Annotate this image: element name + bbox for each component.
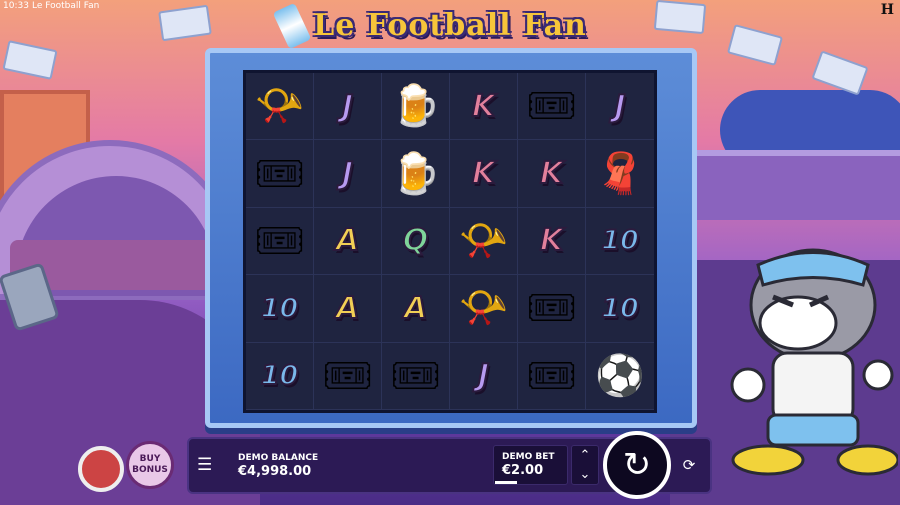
symbol-k: K	[539, 222, 564, 259]
scarf-icon: 🧣	[595, 150, 645, 197]
horn-icon: 📯	[458, 285, 509, 332]
symbol-10: 10	[260, 359, 300, 392]
reel-cell: 🎟	[382, 342, 450, 410]
reel-cell: 🎟	[518, 73, 586, 141]
beer-icon: 🍺	[390, 150, 441, 197]
symbol-j: J	[613, 88, 626, 125]
reel-cell: J	[586, 73, 654, 141]
ball-icon: ⚽	[595, 352, 645, 399]
reel-cell: Q	[382, 207, 450, 276]
bet-adjust-button[interactable]: ⌃ ⌄	[571, 445, 599, 485]
buy-bonus-button[interactable]: BUY BONUS	[126, 441, 174, 489]
symbol-10: 10	[260, 292, 300, 325]
status-time: 10:33	[3, 1, 29, 11]
reel-cell: 🎟	[518, 275, 586, 343]
flag-decoration	[2, 40, 58, 80]
spin-icon: ↻	[622, 445, 652, 485]
reel-grid: 📯 J 🍺 K 🎟 J 🎟 J 🍺 K K 🧣 🎟 A Q 📯 K 10 10 A A 📯 🎟 10 10 🎟 🎟 J 🎟 ⚽	[243, 70, 657, 413]
tickets-icon: 🎟	[526, 83, 577, 130]
symbol-j: J	[341, 88, 354, 125]
symbol-q: Q	[402, 222, 429, 259]
flag-decoration	[726, 24, 784, 66]
game-logo: Le Football Fan	[313, 8, 587, 43]
reel-cell: A	[382, 275, 450, 343]
background-wall	[670, 150, 900, 220]
reel-cell: 📯	[246, 73, 314, 141]
symbol-k: K	[471, 155, 496, 192]
tickets-icon: 🎟	[526, 285, 577, 332]
reel-cell: 🎟	[314, 342, 382, 410]
reel-cell: K	[518, 207, 586, 276]
reel-cell: K	[450, 140, 518, 208]
reel-cell: 10	[586, 208, 654, 276]
reel-cell: 🧣	[586, 140, 654, 208]
reel-cell: ⚽	[586, 343, 654, 410]
reel-cell: A	[314, 207, 382, 276]
reel-cell: K	[518, 140, 586, 208]
symbol-a: A	[335, 222, 360, 259]
flag-decoration	[653, 0, 707, 35]
beer-icon: 🍺	[390, 83, 441, 130]
horn-icon: 📯	[458, 217, 509, 264]
bet-indicator	[495, 481, 517, 484]
bet-adjust-arrows-icon: ⌃ ⌄	[579, 448, 591, 482]
tickets-icon: 🎟	[526, 352, 577, 399]
buy-bonus-label: BUY BONUS	[132, 454, 168, 475]
reel-cell: J	[314, 140, 382, 208]
reel-cell: 📯	[450, 207, 518, 276]
symbol-10: 10	[600, 292, 640, 325]
reel-cell: 🎟	[246, 207, 314, 276]
bet-value: €2.00	[502, 463, 544, 478]
spin-button[interactable]: ↻	[603, 431, 671, 499]
tickets-icon: 🎟	[390, 352, 441, 399]
reel-cell: 10	[586, 275, 654, 343]
reel-cell: J	[450, 342, 518, 410]
reel-cell: 10	[246, 342, 314, 410]
reel-cell: K	[450, 73, 518, 141]
tickets-icon: 🎟	[254, 150, 305, 197]
symbol-a: A	[403, 290, 428, 327]
horn-icon: 📯	[254, 83, 305, 130]
reel-cell: 10	[246, 275, 314, 343]
raccoon-mascot	[730, 248, 898, 476]
reel-cell: A	[314, 275, 382, 343]
balance-label: DEMO BALANCE	[238, 453, 319, 463]
symbol-a: A	[335, 290, 360, 327]
symbol-10: 10	[600, 224, 640, 257]
bin-icon	[78, 446, 124, 492]
reel-cell: 🎟	[246, 140, 314, 208]
menu-icon[interactable]: ☰	[197, 457, 217, 474]
balance-value: €4,998.00	[238, 464, 312, 479]
reel-cell: 🎟	[518, 342, 586, 410]
symbol-k: K	[471, 88, 496, 125]
reel-cell: 📯	[450, 275, 518, 343]
bet-label: DEMO BET	[502, 452, 555, 462]
symbol-k: K	[539, 155, 564, 192]
reel-cell: J	[314, 73, 382, 141]
flag-decoration	[811, 50, 869, 96]
reel-cell: 🍺	[382, 73, 450, 141]
brand-logo: H	[880, 2, 894, 18]
status-app-title: Le Football Fan	[32, 1, 100, 11]
reel-cell: 🍺	[382, 140, 450, 208]
flag-decoration	[158, 4, 212, 42]
tickets-icon: 🎟	[254, 217, 305, 264]
symbol-j: J	[341, 155, 354, 192]
tickets-icon: 🎟	[322, 352, 373, 399]
autoplay-icon[interactable]: ⟳	[679, 455, 699, 475]
symbol-j: J	[477, 357, 490, 394]
